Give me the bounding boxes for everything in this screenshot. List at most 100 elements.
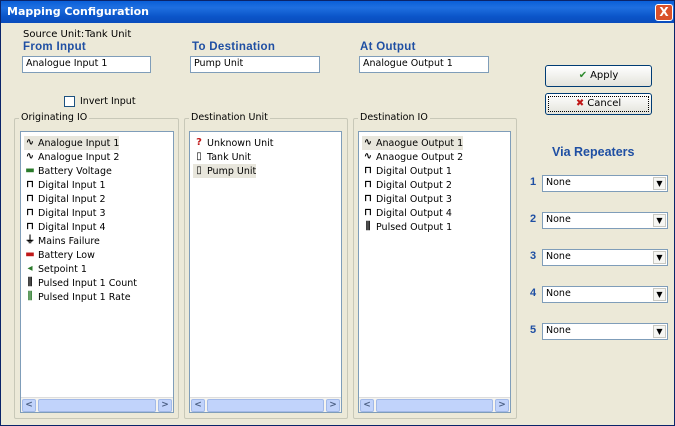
scroll-left-icon[interactable]: < [360,399,374,412]
destination-io-item[interactable]: ⊓ Digital Output 3 [362,192,452,206]
originating-io-list[interactable]: ∿ Analogue Input 1 ∿ Analogue Input 2 ▬ Batte… [20,131,174,413]
destination-io-list[interactable]: ∿ Anaogue Output 1 ∿ Anaogue Output 2 ⊓ Digit… [358,131,511,413]
pump-unit-icon: ▯ [196,165,202,176]
analogue-icon: ∿ [363,151,373,162]
destination-io-item[interactable]: ⊓ Digital Output 4 [362,206,452,220]
unknown-unit-icon: ? [196,137,202,148]
originating-io-item-label: Digital Input 1 [38,179,106,191]
originating-io-item[interactable]: ⊓ Digital Input 3 [24,206,106,220]
destination-io-item[interactable]: ⊓ Digital Output 1 [362,164,452,178]
scroll-thumb[interactable] [207,399,324,412]
repeater-number: 2 [530,213,537,225]
cross-icon: ✖ [575,98,585,109]
repeater-number: 5 [530,324,537,336]
scroll-right-icon[interactable]: > [158,399,172,412]
to-destination-field[interactable]: Pump Unit [190,56,320,73]
digital-icon: ⊓ [26,207,34,218]
originating-io-item[interactable]: ◂ Setpoint 1 [24,262,86,276]
scroll-left-icon[interactable]: < [22,399,36,412]
dropdown-arrow-icon[interactable]: ▼ [653,177,666,190]
scroll-left-icon[interactable]: < [191,399,205,412]
originating-io-item[interactable]: ⫼ Pulsed Input 1 Count [24,276,137,290]
destination-io-item-label: Digital Output 1 [376,165,452,177]
digital-icon: ⊓ [364,207,372,218]
at-output-field[interactable]: Analogue Output 1 [359,56,489,73]
originating-io-item[interactable]: ▬ Battery Voltage [24,164,112,178]
analogue-icon: ∿ [25,151,35,162]
digital-icon: ⊓ [364,193,372,204]
destination-io-item[interactable]: ⫼ Pulsed Output 1 [362,220,452,234]
from-input-label: From Input [23,41,87,53]
destination-io-scrollbar[interactable]: < > [359,397,510,412]
dropdown-arrow-icon[interactable]: ▼ [653,214,666,227]
destination-io-item[interactable]: ⊓ Digital Output 2 [362,178,452,192]
destination-unit-item[interactable]: ▯ Tank Unit [193,150,251,164]
destination-unit-item[interactable]: ? Unknown Unit [193,136,273,150]
repeater-select-value: None [546,251,571,262]
destination-unit-list[interactable]: ? Unknown Unit ▯ Tank Unit ▯ Pump Unit < > [189,131,342,413]
close-button[interactable]: X [655,4,673,21]
digital-icon: ⊓ [26,221,34,232]
originating-io-item[interactable]: ⊓ Digital Input 1 [24,178,106,192]
originating-io-item[interactable]: ∿ Analogue Input 2 [24,150,120,164]
battery-voltage-icon: ▬ [25,165,35,176]
originating-io-item[interactable]: ⫼ Pulsed Input 1 Rate [24,290,131,304]
repeater-select-4[interactable]: None ▼ [542,286,668,303]
originating-io-item[interactable]: ▬ Battery Low [24,248,95,262]
digital-icon: ⊓ [26,179,34,190]
destination-io-item-label: Anaogue Output 1 [376,137,464,149]
repeater-select-value: None [546,177,571,188]
scroll-thumb[interactable] [38,399,156,412]
pulsed-rate-icon: ⫼ [27,291,33,302]
destination-io-item[interactable]: ∿ Anaogue Output 1 [362,136,464,150]
digital-icon: ⊓ [364,179,372,190]
destination-unit-item-label: Tank Unit [207,151,251,163]
window-title: Mapping Configuration [7,5,150,18]
to-destination-label: To Destination [192,41,276,53]
from-input-field[interactable]: Analogue Input 1 [22,56,151,73]
source-unit-label: Source Unit: [23,29,85,40]
originating-io-item-label: Analogue Input 1 [38,137,120,149]
destination-unit-scrollbar[interactable]: < > [190,397,341,412]
digital-icon: ⊓ [26,193,34,204]
pulsed-icon: ⫼ [365,221,371,232]
originating-io-item[interactable]: ⏚ Mains Failure [24,234,100,248]
destination-io-item-label: Anaogue Output 2 [376,151,464,163]
destination-io-item-label: Digital Output 3 [376,193,452,205]
repeater-select-3[interactable]: None ▼ [542,249,668,266]
originating-io-item[interactable]: ⊓ Digital Input 4 [24,220,105,234]
destination-io-item[interactable]: ∿ Anaogue Output 2 [362,150,463,164]
battery-low-icon: ▬ [25,249,35,260]
dropdown-arrow-icon[interactable]: ▼ [653,251,666,264]
repeater-number: 1 [530,176,537,188]
via-repeaters-title: Via Repeaters [552,145,635,159]
apply-button[interactable]: ✔ Apply [545,65,652,87]
digital-icon: ⊓ [364,165,372,176]
at-output-label: At Output [360,41,416,53]
originating-io-item-label: Digital Input 3 [38,207,106,219]
originating-io-item[interactable]: ∿ Analogue Input 1 [24,136,120,150]
originating-io-item-label: Pulsed Input 1 Count [38,277,137,289]
repeater-select-2[interactable]: None ▼ [542,212,668,229]
scroll-thumb[interactable] [376,399,493,412]
dropdown-arrow-icon[interactable]: ▼ [653,288,666,301]
originating-io-item-label: Battery Low [38,249,95,261]
repeater-select-5[interactable]: None ▼ [542,323,668,340]
mains-failure-icon: ⏚ [25,235,35,246]
repeater-select-value: None [546,325,571,336]
dropdown-arrow-icon[interactable]: ▼ [653,325,666,338]
title-bar[interactable]: Mapping Configuration X [1,1,674,23]
repeater-select-1[interactable]: None ▼ [542,175,668,192]
originating-io-item-label: Mains Failure [38,235,100,247]
destination-unit-item[interactable]: ▯ Pump Unit [193,164,257,178]
scroll-right-icon[interactable]: > [495,399,509,412]
scroll-right-icon[interactable]: > [326,399,340,412]
invert-input-checkbox[interactable] [64,96,75,107]
source-unit-value: Tank Unit [85,29,132,40]
originating-io-scrollbar[interactable]: < > [21,397,173,412]
originating-io-item-label: Pulsed Input 1 Rate [38,291,131,303]
analogue-icon: ∿ [25,137,35,148]
originating-io-item[interactable]: ⊓ Digital Input 2 [24,192,105,206]
mapping-configuration-window: Mapping Configuration X Source Unit: Tan… [0,0,675,426]
cancel-button[interactable]: ✖ Cancel [545,93,652,115]
